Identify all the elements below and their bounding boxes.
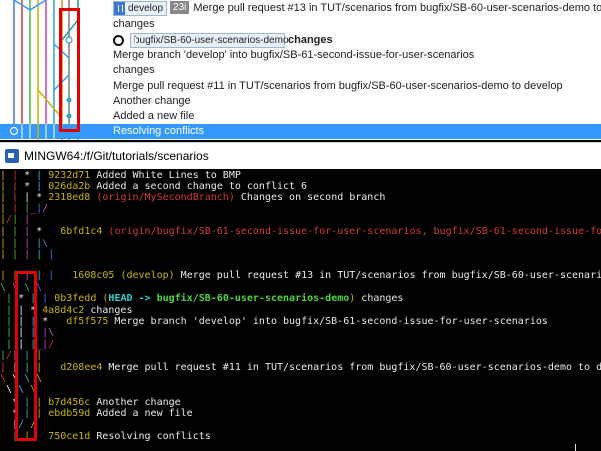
terminal-title-bar[interactable]: MINGW64:/f/Git/tutorials/scenarios [0, 142, 601, 170]
log-line: | | | | | [0, 249, 55, 260]
branch-icon [114, 2, 125, 15]
commit-message: changes [113, 64, 155, 76]
log-line: | | | | d208ee4 Merge pull request #11 i… [0, 362, 601, 373]
history-row[interactable]: Added a new file [113, 109, 194, 124]
history-row[interactable]: changes [113, 17, 155, 32]
mingw-icon [5, 149, 19, 163]
window-title: MINGW64:/f/Git/tutorials/scenarios [24, 149, 209, 163]
commit-graph-selected-part [9, 124, 55, 140]
text-cursor-icon [575, 444, 576, 451]
commit-message: Another change [113, 95, 191, 107]
log-line: |/| | [0, 214, 31, 225]
commit-message: Added a new file [113, 110, 195, 122]
branch-label[interactable]: develop [113, 1, 168, 16]
log-line: | | | * df5f575 Merge branch 'develop' i… [0, 316, 548, 327]
history-row[interactable]: develop 23i Merge pull request #13 in TUT/… [113, 1, 601, 16]
history-row[interactable]: Merge pull request #11 in TUT/scenarios … [113, 79, 563, 94]
history-row[interactable]: Merge branch 'develop' into bugfix/SB-61… [113, 48, 474, 63]
log-line: | | | | | 1608c05 (develop) Merge pull r… [0, 270, 601, 281]
commit-message: Merge pull request #13 in TUT/scenarios … [193, 2, 601, 14]
branch-label[interactable]: bugfix/SB-60-user-scenarios-demo [130, 33, 289, 48]
history-row[interactable]: Another change [113, 94, 191, 109]
commit-message: Merge pull request #11 in TUT/scenarios … [113, 80, 563, 92]
git-gui-history-pane: develop 23i Merge pull request #13 in TUT/… [0, 0, 601, 140]
head-marker-icon [113, 34, 124, 46]
highlight-box [59, 8, 80, 132]
commit-count-badge: 23i [170, 1, 190, 14]
log-line: | | | * 6bfd1c4 (origin/bugfix/SB-61-sec… [0, 226, 601, 237]
history-row[interactable]: changes [113, 63, 155, 78]
commit-message: Merge branch 'develop' into bugfix/SB-61… [113, 49, 475, 61]
highlight-box [15, 271, 37, 441]
commit-message: changes [113, 18, 155, 30]
terminal-output[interactable]: | | * | 9232d71 Added White Lines to BMP… [0, 169, 601, 451]
commit-graph [10, 0, 79, 140]
history-row[interactable]: bugfix/SB-60-user-scenarios-demo changes [113, 33, 333, 48]
commit-message: changes [288, 34, 333, 46]
log-line: | | | * 2318ed8 (origin/MySecondBranch) … [0, 192, 386, 203]
log-line: | * | | 0b3fedd (HEAD -> bugfix/SB-60-us… [0, 293, 404, 304]
